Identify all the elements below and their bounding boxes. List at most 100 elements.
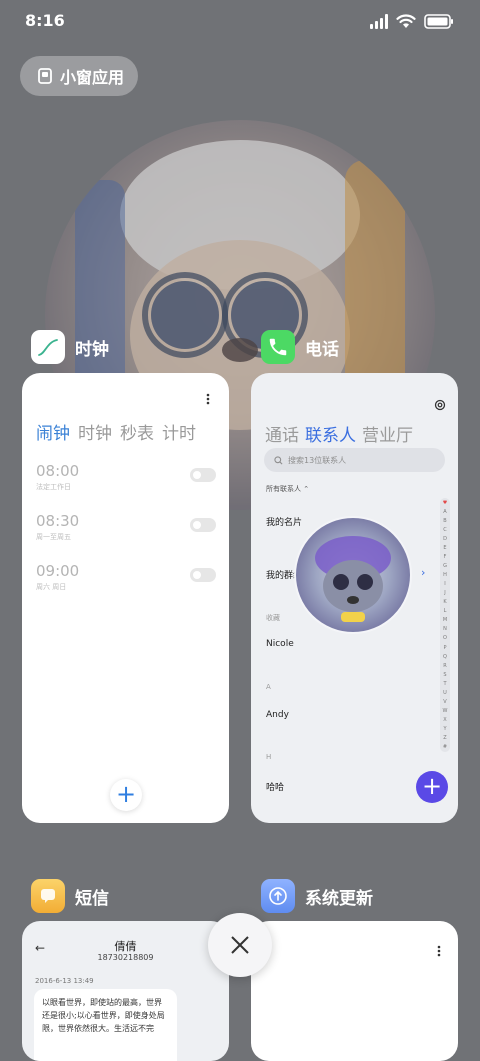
signal-icon bbox=[370, 13, 388, 29]
alarm-time: 08:30 bbox=[36, 512, 80, 530]
conversation-contact-number: 18730218809 bbox=[97, 953, 154, 962]
clock-app-header[interactable]: 时钟 bbox=[31, 330, 109, 364]
more-options-icon[interactable] bbox=[206, 393, 210, 409]
tab-service-hall[interactable]: 营业厅 bbox=[362, 421, 413, 446]
index-letter[interactable]: L bbox=[444, 608, 447, 614]
chevron-right-icon: › bbox=[421, 566, 426, 579]
status-icons bbox=[370, 13, 454, 29]
alarm-time: 08:00 bbox=[36, 462, 80, 480]
messages-app-card[interactable]: ← 倩倩 18730218809 2016-6-13 13:49 以眼看世界，即… bbox=[22, 921, 229, 1061]
floating-window-button[interactable]: 小窗应用 bbox=[20, 56, 138, 96]
index-letter[interactable]: O bbox=[443, 635, 447, 641]
index-letter[interactable]: D bbox=[443, 536, 447, 542]
alarm-repeat: 周一至周五 bbox=[36, 533, 71, 541]
battery-icon bbox=[424, 13, 453, 29]
status-time: 8:16 bbox=[25, 11, 65, 30]
conversation-contact-name: 倩倩 bbox=[114, 940, 137, 953]
settings-gear-icon[interactable] bbox=[434, 396, 446, 415]
tab-stopwatch[interactable]: 秒表 bbox=[120, 419, 154, 444]
add-contact-button[interactable]: + bbox=[416, 771, 448, 803]
index-letter[interactable]: F bbox=[444, 554, 447, 560]
phone-app-icon bbox=[261, 330, 295, 364]
index-letter[interactable]: N bbox=[443, 626, 447, 632]
alarm-toggle[interactable] bbox=[190, 468, 216, 482]
index-letter[interactable]: T bbox=[443, 681, 446, 687]
alarm-item[interactable]: 09:00 周六 周日 bbox=[36, 562, 216, 592]
alarm-repeat: 周六 周日 bbox=[36, 583, 67, 591]
floating-window-label: 小窗应用 bbox=[60, 68, 125, 87]
tab-clock[interactable]: 时钟 bbox=[78, 419, 112, 444]
index-letter[interactable]: J bbox=[444, 590, 445, 596]
section-header: H bbox=[266, 753, 272, 761]
clock-tabs: 闹钟 时钟 秒表 计时 bbox=[36, 419, 196, 444]
contact-filter-label: 所有联系人 bbox=[266, 485, 301, 493]
index-letter[interactable]: P bbox=[443, 645, 446, 651]
alarm-repeat: 法定工作日 bbox=[36, 483, 71, 491]
my-card-item[interactable]: 我的名片 bbox=[266, 515, 302, 528]
index-letter[interactable]: U bbox=[443, 690, 447, 696]
tab-contacts[interactable]: 联系人 bbox=[305, 421, 356, 446]
section-header: A bbox=[266, 683, 271, 691]
tab-calls[interactable]: 通话 bbox=[265, 421, 299, 446]
phone-tabs: 通话 联系人 营业厅 bbox=[265, 421, 413, 446]
chevron-updown-icon: ⌃ bbox=[303, 485, 310, 493]
contact-search-input[interactable]: 搜索13位联系人 bbox=[264, 448, 445, 472]
index-letter[interactable]: ♥ bbox=[443, 500, 447, 506]
more-options-icon[interactable] bbox=[437, 945, 441, 961]
messages-app-name: 短信 bbox=[75, 888, 109, 909]
contact-item[interactable]: Nicole bbox=[266, 639, 294, 649]
floating-avatar-image[interactable] bbox=[294, 516, 412, 634]
index-letter[interactable]: # bbox=[443, 744, 447, 750]
index-letter[interactable]: A bbox=[443, 509, 446, 515]
favorites-header: 收藏 bbox=[266, 614, 280, 622]
index-letter[interactable]: M bbox=[443, 617, 447, 623]
close-icon bbox=[231, 936, 249, 954]
tab-timer[interactable]: 计时 bbox=[162, 419, 196, 444]
alphabet-index-scrollbar[interactable]: ♥ A B C D E F G H I J K L M N O P Q R S T U V W X Y Z # bbox=[440, 498, 450, 752]
alarm-toggle[interactable] bbox=[190, 518, 216, 532]
clear-all-button[interactable] bbox=[208, 913, 272, 977]
contact-item[interactable]: 哈哈 bbox=[266, 780, 284, 793]
message-date: 2016-6-13 13:49 bbox=[35, 977, 94, 985]
alarm-toggle[interactable] bbox=[190, 568, 216, 582]
update-app-card[interactable] bbox=[251, 921, 458, 1061]
index-letter[interactable]: G bbox=[443, 563, 447, 569]
index-letter[interactable]: K bbox=[443, 599, 446, 605]
index-letter[interactable]: C bbox=[443, 527, 447, 533]
clock-app-name: 时钟 bbox=[75, 339, 109, 360]
index-letter[interactable]: W bbox=[443, 708, 448, 714]
alarm-item[interactable]: 08:00 法定工作日 bbox=[36, 462, 216, 492]
index-letter[interactable]: V bbox=[443, 699, 446, 705]
index-letter[interactable]: B bbox=[443, 518, 446, 524]
contact-item[interactable]: Andy bbox=[266, 710, 289, 720]
tab-alarm[interactable]: 闹钟 bbox=[36, 419, 70, 444]
clock-app-card[interactable]: 闹钟 时钟 秒表 计时 08:00 法定工作日 08:30 周一至周五 09:0… bbox=[22, 373, 229, 823]
clock-app-icon bbox=[31, 330, 65, 364]
messages-app-header[interactable]: 短信 bbox=[31, 879, 109, 913]
add-alarm-button[interactable]: + bbox=[110, 779, 142, 811]
status-bar: 8:16 bbox=[0, 0, 480, 44]
messages-app-icon bbox=[31, 879, 65, 913]
index-letter[interactable]: Q bbox=[443, 654, 447, 660]
index-letter[interactable]: Z bbox=[443, 735, 446, 741]
wifi-icon bbox=[396, 14, 416, 28]
index-letter[interactable]: I bbox=[444, 581, 445, 587]
phone-app-card[interactable]: 通话 联系人 营业厅 搜索13位联系人 所有联系人 ⌃ 我的名片 我的群组 › … bbox=[251, 373, 458, 823]
index-letter[interactable]: E bbox=[443, 545, 446, 551]
search-icon bbox=[274, 455, 283, 464]
alarm-time: 09:00 bbox=[36, 562, 80, 580]
search-placeholder: 搜索13位联系人 bbox=[288, 455, 347, 465]
update-app-icon bbox=[261, 879, 295, 913]
phone-app-name: 电话 bbox=[305, 339, 339, 360]
alarm-item[interactable]: 08:30 周一至周五 bbox=[36, 512, 216, 542]
phone-app-header[interactable]: 电话 bbox=[261, 330, 339, 364]
index-letter[interactable]: Y bbox=[443, 726, 446, 732]
index-letter[interactable]: X bbox=[443, 717, 446, 723]
message-bubble: 以眼看世界，即使站的最高，世界还是很小;以心看世界，即使身处局限，世界依然很大。… bbox=[34, 989, 177, 1061]
index-letter[interactable]: R bbox=[443, 663, 446, 669]
floating-window-icon bbox=[38, 68, 52, 84]
index-letter[interactable]: H bbox=[443, 572, 447, 578]
update-app-header[interactable]: 系统更新 bbox=[261, 879, 373, 913]
index-letter[interactable]: S bbox=[443, 672, 446, 678]
contact-filter-dropdown[interactable]: 所有联系人 ⌃ bbox=[266, 484, 309, 494]
